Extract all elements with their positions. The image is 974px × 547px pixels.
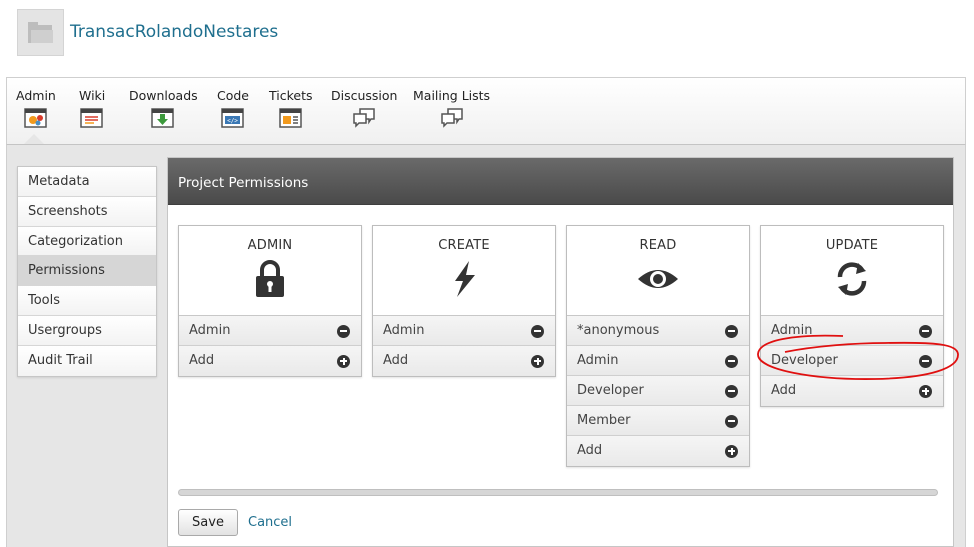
remove-icon[interactable]	[725, 354, 738, 368]
wiki-icon	[80, 108, 103, 128]
add-icon[interactable]	[337, 354, 350, 368]
add-label: Add	[383, 353, 409, 368]
card-title: CREATE	[438, 238, 490, 253]
panel-title: Project Permissions	[168, 158, 953, 205]
permission-row-label: Admin	[383, 323, 425, 338]
tickets-icon	[279, 108, 302, 128]
tool-code[interactable]: Code </>	[217, 88, 249, 129]
tool-downloads-label: Downloads	[129, 88, 198, 103]
card-title: READ	[639, 238, 677, 253]
remove-icon[interactable]	[919, 354, 932, 368]
permission-row: Member	[567, 406, 749, 436]
save-button[interactable]: Save	[178, 509, 238, 536]
permission-row: Developer	[761, 346, 943, 376]
folder-icon	[28, 22, 53, 43]
card-header: READ	[567, 226, 749, 316]
refresh-icon	[837, 262, 867, 296]
remove-icon[interactable]	[919, 324, 932, 338]
permission-row: Admin	[373, 316, 555, 346]
lightning-icon	[455, 261, 475, 297]
remove-icon[interactable]	[725, 324, 738, 338]
project-logo	[17, 9, 64, 56]
tool-downloads[interactable]: Downloads	[129, 88, 198, 129]
tool-tickets[interactable]: Tickets	[269, 88, 313, 129]
project-name[interactable]: TransacRolandoNestares	[70, 22, 278, 42]
tool-wiki[interactable]: Wiki	[79, 88, 105, 129]
permission-card-read: READ *anonymous Admin Developer Member A…	[566, 225, 750, 467]
eye-icon	[638, 270, 678, 288]
tool-discussion[interactable]: Discussion	[331, 88, 397, 129]
remove-icon[interactable]	[725, 384, 738, 398]
tool-discussion-label: Discussion	[331, 88, 398, 103]
svg-text:</>: </>	[227, 118, 238, 125]
tool-code-label: Code	[217, 88, 250, 103]
permission-row-label: Developer	[577, 383, 644, 398]
sidebar-item-tools[interactable]: Tools	[18, 286, 156, 316]
add-icon[interactable]	[531, 354, 544, 368]
remove-icon[interactable]	[337, 324, 350, 338]
tool-admin[interactable]: Admin	[16, 88, 56, 129]
discussion-icon	[353, 108, 375, 128]
permission-add-row[interactable]: Add	[567, 436, 749, 466]
scroll-bar[interactable]	[178, 489, 938, 496]
mailing-lists-icon	[440, 108, 463, 128]
tool-mailing-lists-label: Mailing Lists	[413, 88, 491, 103]
admin-sidebar: Metadata Screenshots Categorization Perm…	[17, 166, 157, 377]
card-header: UPDATE	[761, 226, 943, 316]
tool-admin-label: Admin	[16, 88, 56, 103]
permission-row: Developer	[567, 376, 749, 406]
permission-card-create: CREATE Admin Add	[372, 225, 556, 377]
permission-row-label: Admin	[577, 353, 619, 368]
sidebar-item-screenshots[interactable]: Screenshots	[18, 196, 156, 227]
permission-row: Admin	[761, 316, 943, 346]
download-icon	[151, 108, 175, 128]
card-header: ADMIN	[179, 226, 361, 316]
add-icon[interactable]	[725, 444, 738, 458]
tool-wiki-label: Wiki	[79, 88, 106, 103]
permission-row: *anonymous	[567, 316, 749, 346]
tool-tickets-label: Tickets	[269, 88, 313, 103]
permission-row-label: Admin	[771, 323, 813, 338]
tool-bar: Admin Wiki Downloads Code </> Tickets Di…	[6, 77, 966, 145]
permission-row-label: *anonymous	[577, 323, 660, 338]
sidebar-item-metadata[interactable]: Metadata	[18, 167, 156, 197]
sidebar-item-categorization[interactable]: Categorization	[18, 226, 156, 257]
permission-add-row[interactable]: Add	[373, 346, 555, 376]
project-header: TransacRolandoNestares	[0, 0, 974, 74]
permission-row: Admin	[179, 316, 361, 346]
permission-card-update: UPDATE Admin Developer Add	[760, 225, 944, 407]
active-tool-indicator	[24, 134, 44, 144]
permission-row-label: Developer	[771, 353, 838, 368]
tool-mailing-lists[interactable]: Mailing Lists	[413, 88, 490, 129]
admin-icon	[24, 108, 47, 128]
permission-row-label: Member	[577, 413, 631, 428]
permission-row-label: Admin	[189, 323, 231, 338]
card-title: ADMIN	[247, 238, 293, 253]
sidebar-item-usergroups[interactable]: Usergroups	[18, 315, 156, 346]
permission-card-admin: ADMIN Admin Add	[178, 225, 362, 377]
remove-icon[interactable]	[725, 414, 738, 428]
lock-icon	[256, 260, 284, 297]
add-label: Add	[771, 383, 797, 398]
sidebar-item-permissions[interactable]: Permissions	[18, 256, 156, 287]
card-title: UPDATE	[825, 238, 879, 253]
sidebar-item-audit-trail[interactable]: Audit Trail	[18, 345, 156, 376]
permission-row: Admin	[567, 346, 749, 376]
permission-add-row[interactable]: Add	[761, 376, 943, 406]
add-label: Add	[577, 443, 603, 458]
permission-add-row[interactable]: Add	[179, 346, 361, 376]
card-header: CREATE	[373, 226, 555, 316]
remove-icon[interactable]	[531, 324, 544, 338]
add-icon[interactable]	[919, 384, 932, 398]
cancel-link[interactable]: Cancel	[248, 515, 292, 530]
code-icon: </>	[221, 108, 244, 128]
add-label: Add	[189, 353, 215, 368]
